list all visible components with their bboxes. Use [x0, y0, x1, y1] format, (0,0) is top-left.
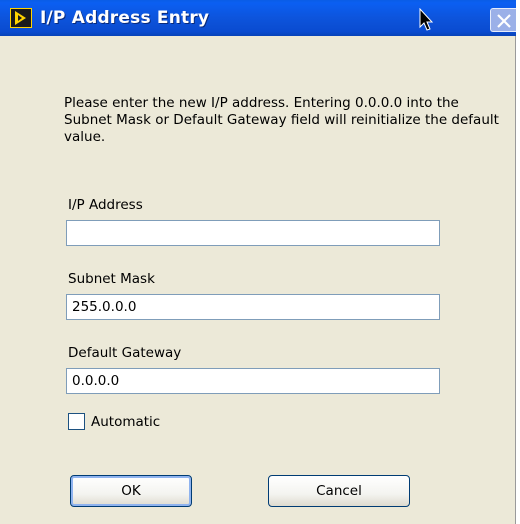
automatic-label[interactable]: Automatic	[91, 414, 160, 430]
default-gateway-input[interactable]: 0.0.0.0	[66, 368, 440, 394]
default-gateway-label: Default Gateway	[68, 345, 182, 361]
subnet-mask-label: Subnet Mask	[68, 271, 155, 287]
ip-address-input[interactable]	[66, 220, 440, 246]
dialog-window: I/P Address Entry Please enter the new I…	[0, 0, 516, 524]
title-bar[interactable]: I/P Address Entry	[0, 0, 516, 36]
window-title: I/P Address Entry	[40, 8, 210, 28]
app-icon	[10, 8, 32, 28]
instruction-text: Please enter the new I/P address. Enteri…	[64, 95, 499, 145]
cancel-button[interactable]: Cancel	[268, 475, 410, 507]
ip-address-label: I/P Address	[68, 197, 143, 213]
ok-button[interactable]: OK	[70, 475, 192, 507]
subnet-mask-input[interactable]: 255.0.0.0	[66, 294, 440, 320]
mouse-pointer-icon	[419, 8, 434, 31]
close-icon	[497, 14, 511, 28]
automatic-checkbox[interactable]	[68, 413, 85, 430]
close-button[interactable]	[490, 8, 516, 32]
